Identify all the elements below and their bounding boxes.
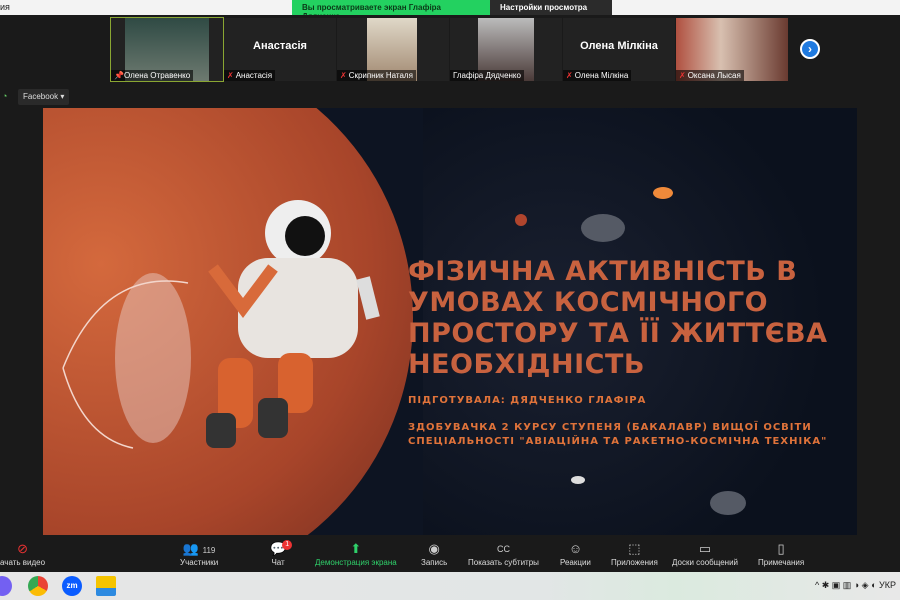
participant-display-name: Анастасія bbox=[253, 40, 307, 52]
mic-muted-icon: ✗ bbox=[340, 71, 347, 80]
participant-tile[interactable]: ✗ Скрипник Наталя bbox=[337, 18, 449, 81]
chat-button[interactable]: 💬 1 Чат bbox=[270, 540, 293, 567]
mic-muted-icon: ✗ bbox=[227, 71, 234, 80]
participant-tile[interactable]: Олена Мілкіна ✗ Олена Мілкіна bbox=[563, 18, 675, 81]
slide-author: ПІДГОТУВАЛА: ДЯДЧЕНКО ГЛАФІРА bbox=[408, 395, 647, 406]
meeting-toolbar: ⊘ ачать видео 👥 119 Участники 💬 1 Чат ⬆ Демон… bbox=[0, 537, 900, 570]
view-settings-button[interactable]: Настройки просмотра ⌄ bbox=[490, 0, 612, 21]
view-settings-label: Настройки просмотра bbox=[500, 3, 588, 12]
record-icon: ◉ bbox=[428, 541, 440, 556]
windows-taskbar: zm ^ ✱ ▣ ▥ ◑ ◈ ◐ УКР bbox=[0, 572, 900, 600]
chat-icon: 💬 1 bbox=[270, 540, 293, 558]
video-off-icon: ⊘ bbox=[17, 541, 28, 556]
window-title: ия bbox=[0, 2, 10, 12]
participant-tile[interactable]: ✗ Оксана Лысая bbox=[676, 18, 788, 81]
viber-icon[interactable] bbox=[0, 576, 12, 596]
shared-slide: ФІЗИЧНА АКТИВНІСТЬ В УМОВАХ КОСМІЧНОГО ПРО… bbox=[43, 108, 857, 535]
whiteboards-button[interactable]: ▭ Доски сообщений bbox=[672, 540, 738, 567]
share-screen-button[interactable]: ⬆ Демонстрация экрана bbox=[315, 540, 397, 567]
participant-name: 📌Олена Отравенко bbox=[111, 70, 194, 81]
system-tray[interactable]: ^ ✱ ▣ ▥ ◑ ◈ ◐ УКР bbox=[815, 580, 896, 591]
slide-description: ЗДОБУВАЧКА 2 КУРСУ СТУПЕНЯ (БАКАЛАВР) ВИ… bbox=[408, 422, 828, 447]
share-screen-icon: ⬆ bbox=[350, 541, 362, 556]
next-page-button[interactable]: › bbox=[800, 39, 820, 59]
chat-badge: 1 bbox=[282, 540, 293, 550]
participant-tile[interactable]: Анастасія ✗ Анастасія bbox=[224, 18, 336, 81]
apps-button[interactable]: ⬚ Приложения bbox=[611, 540, 658, 567]
participants-button[interactable]: 👥 119 Участники bbox=[180, 540, 218, 567]
whiteboard-icon: ▭ bbox=[698, 541, 712, 556]
viewing-screen-label: Вы просматриваете экран Глафіра Дядченко bbox=[292, 0, 490, 21]
participant-tile[interactable]: 📌Олена Отравенко bbox=[110, 17, 224, 82]
participant-name: ✗ Олена Мілкіна bbox=[563, 70, 632, 81]
pin-icon: 📌 bbox=[114, 71, 124, 80]
facebook-dropdown[interactable]: Facebook ▾ bbox=[18, 89, 70, 105]
participant-name: Глафіра Дядченко bbox=[450, 70, 524, 81]
captions-button[interactable]: CC Показать субтитры bbox=[468, 540, 539, 567]
notes-button[interactable]: ▯ Примечания bbox=[758, 540, 804, 567]
participant-tile[interactable]: Глафіра Дядченко bbox=[450, 18, 562, 81]
cc-icon: CC bbox=[496, 544, 510, 554]
participants-icon: 👥 119 bbox=[182, 541, 216, 556]
slide-title: ФІЗИЧНА АКТИВНІСТЬ В УМОВАХ КОСМІЧНОГО ПРО… bbox=[408, 256, 828, 380]
participant-name: ✗ Анастасія bbox=[224, 70, 276, 81]
record-button[interactable]: ◉ Запись bbox=[421, 540, 447, 567]
smile-icon: ☺ bbox=[568, 541, 583, 556]
chrome-icon[interactable] bbox=[28, 576, 48, 596]
zoom-app-icon[interactable]: zm bbox=[62, 576, 82, 596]
participant-strip: 📌Олена Отравенко Анастасія ✗ Анастасія ✗ Ск… bbox=[110, 17, 789, 82]
reactions-button[interactable]: ☺ Реакции bbox=[560, 540, 591, 567]
file-explorer-icon[interactable] bbox=[96, 576, 116, 596]
notes-icon: ▯ bbox=[777, 541, 785, 556]
mic-muted-icon: ✗ bbox=[566, 71, 573, 80]
mic-muted-icon: ✗ bbox=[679, 71, 686, 80]
start-video-button[interactable]: ⊘ ачать видео bbox=[0, 540, 45, 567]
participant-name: ✗ Скрипник Наталя bbox=[337, 70, 416, 81]
apps-icon: ⬚ bbox=[628, 541, 641, 556]
screen-share-banner: Вы просматриваете экран Глафіра Дядченко… bbox=[292, 0, 612, 21]
participant-display-name: Олена Мілкіна bbox=[580, 40, 658, 52]
participant-name: ✗ Оксана Лысая bbox=[676, 70, 744, 81]
signal-icon: ◔ bbox=[2, 91, 8, 101]
